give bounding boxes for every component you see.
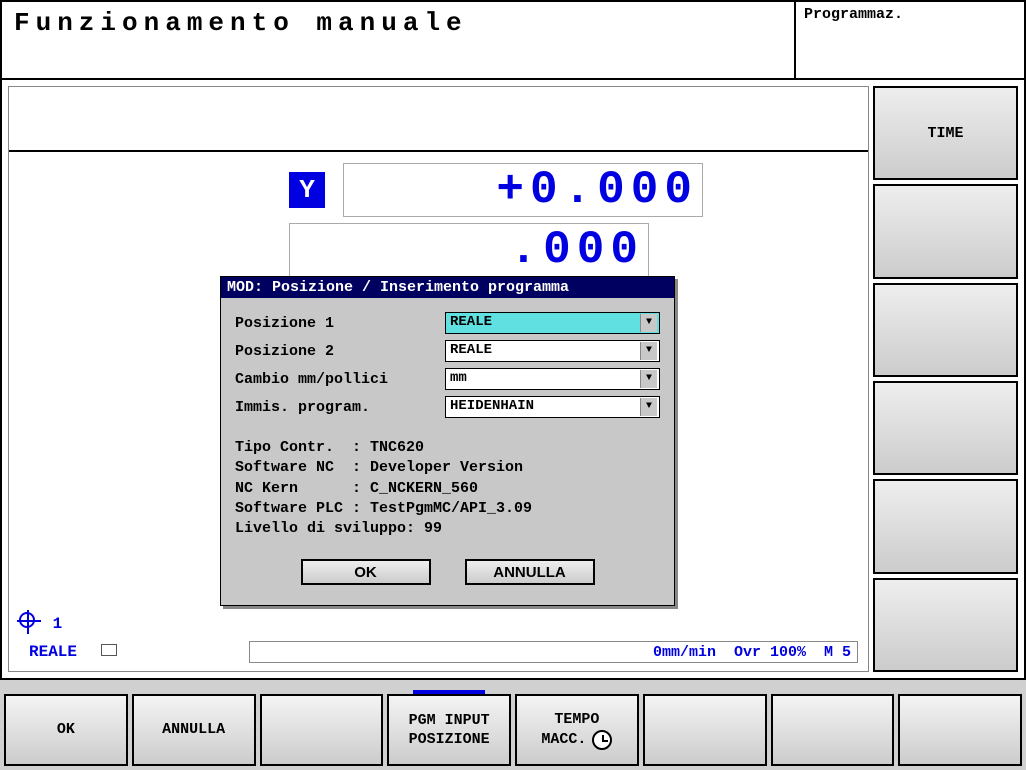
system-info: Tipo Contr. : TNC620 Software NC : Devel…	[235, 438, 660, 539]
prog-select[interactable]: HEIDENHAIN	[445, 396, 660, 418]
axis-label: Y	[289, 172, 325, 208]
frame-icon	[101, 644, 117, 656]
axis-value: .000	[289, 223, 649, 277]
side-button-3[interactable]	[873, 283, 1018, 377]
preset-icon	[19, 612, 35, 628]
mcode-value: M 5	[824, 644, 851, 661]
pos1-label: Posizione 1	[235, 315, 445, 332]
position-mode: REALE	[29, 643, 77, 661]
softkey-tempo-macc[interactable]: TEMPO MACC.	[515, 694, 639, 766]
clock-icon	[592, 730, 612, 750]
feed-value: 0mm/min	[653, 644, 716, 661]
page-title: Funzionamento manuale	[2, 2, 794, 78]
status-strip: 0mm/min Ovr 100% M 5	[249, 641, 858, 663]
unit-select[interactable]: mm	[445, 368, 660, 390]
pos2-select[interactable]: REALE	[445, 340, 660, 362]
dialog-title: MOD: Posizione / Inserimento programma	[221, 277, 674, 298]
softkey-ok[interactable]: OK	[4, 694, 128, 766]
preset-number: 1	[53, 615, 63, 633]
side-button-6[interactable]	[873, 578, 1018, 672]
softkey-pgm-input[interactable]: PGM INPUT POSIZIONE	[387, 694, 511, 766]
pos1-select[interactable]: REALE	[445, 312, 660, 334]
side-button-4[interactable]	[873, 381, 1018, 475]
softkey-6[interactable]	[643, 694, 767, 766]
softkey-line1: PGM INPUT	[409, 711, 490, 731]
softkey-line1: TEMPO	[554, 710, 599, 730]
dialog-ok-button[interactable]: OK	[301, 559, 431, 585]
dialog-cancel-button[interactable]: ANNULLA	[465, 559, 595, 585]
softkey-7[interactable]	[771, 694, 895, 766]
override-value: Ovr 100%	[734, 644, 806, 661]
mode-indicator: Programmaz.	[794, 2, 1024, 78]
pos2-label: Posizione 2	[235, 343, 445, 360]
softkey-8[interactable]	[898, 694, 1022, 766]
preset-indicator: 1	[19, 612, 62, 633]
prog-label: Immis. program.	[235, 399, 445, 416]
mod-dialog: MOD: Posizione / Inserimento programma P…	[220, 276, 675, 606]
side-button-2[interactable]	[873, 184, 1018, 278]
side-button-5[interactable]	[873, 479, 1018, 573]
softkey-3[interactable]	[260, 694, 384, 766]
unit-label: Cambio mm/pollici	[235, 371, 445, 388]
side-button-time[interactable]: TIME	[873, 86, 1018, 180]
softkey-line2: POSIZIONE	[409, 730, 490, 750]
axis-value: +0.000	[343, 163, 703, 217]
softkey-line2: MACC.	[541, 730, 586, 750]
softkey-annulla[interactable]: ANNULLA	[132, 694, 256, 766]
